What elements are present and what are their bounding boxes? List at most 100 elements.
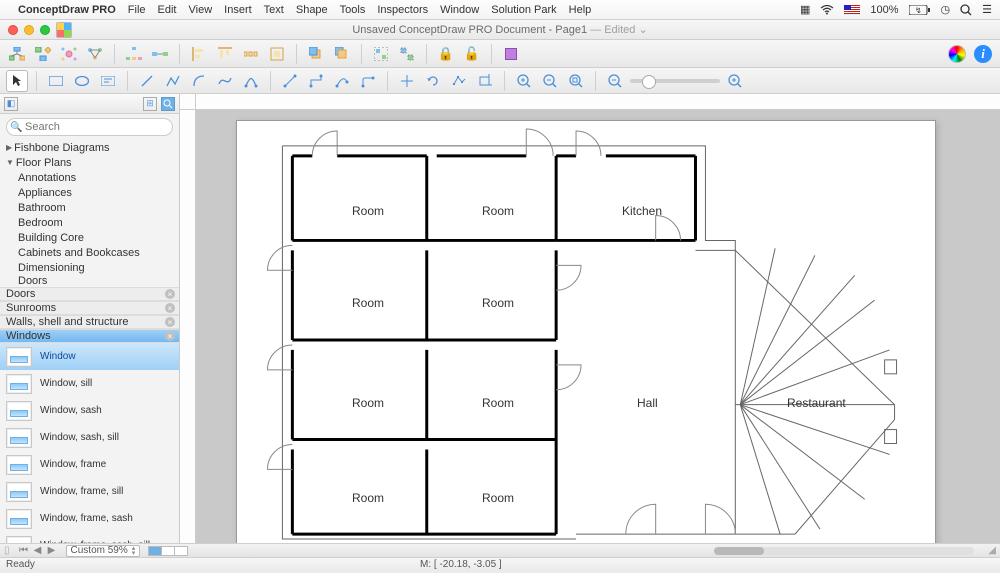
- menu-file[interactable]: File: [128, 4, 146, 16]
- tool-hyperlink-icon[interactable]: [500, 43, 522, 65]
- tool-send-back-icon[interactable]: [331, 43, 353, 65]
- menu-solution-park[interactable]: Solution Park: [491, 4, 556, 16]
- tool-unlock-icon[interactable]: 🔓: [461, 43, 483, 65]
- tool-zoom-fit-icon[interactable]: [565, 70, 587, 92]
- page-first-icon[interactable]: ⏮: [18, 545, 30, 556]
- menuextra-battery-percent[interactable]: 100%: [870, 4, 898, 16]
- tree-child[interactable]: Bathroom: [0, 200, 179, 215]
- tool-network-icon[interactable]: [84, 43, 106, 65]
- tree-item-floorplans[interactable]: ▼Floor Plans: [0, 155, 179, 170]
- tool-align-left-icon[interactable]: [188, 43, 210, 65]
- tool-bezier-icon[interactable]: [240, 70, 262, 92]
- tool-distribute-icon[interactable]: [240, 43, 262, 65]
- tool-rectangle-icon[interactable]: [45, 70, 67, 92]
- tree-child[interactable]: Dimensioning: [0, 260, 179, 275]
- menuextra-grid-icon[interactable]: ▦: [800, 3, 810, 16]
- menu-help[interactable]: Help: [569, 4, 592, 16]
- tool-connector-smart-icon[interactable]: [305, 70, 327, 92]
- page-tab[interactable]: [161, 546, 175, 556]
- category-doors[interactable]: Doors×: [0, 287, 179, 301]
- menuextra-spotlight-icon[interactable]: [960, 4, 972, 16]
- page-tab[interactable]: [148, 546, 162, 556]
- library-item[interactable]: Window: [0, 343, 179, 370]
- library-item[interactable]: Window, sill: [0, 370, 179, 397]
- tool-line-icon[interactable]: [136, 70, 158, 92]
- menu-edit[interactable]: Edit: [158, 4, 177, 16]
- tool-connector-round-icon[interactable]: [357, 70, 379, 92]
- library-panel-mode-icon[interactable]: ◧: [4, 97, 18, 111]
- tool-connection-point-icon[interactable]: [396, 70, 418, 92]
- resize-handle-icon[interactable]: ◢: [988, 545, 996, 556]
- library-item[interactable]: Window, frame, sash: [0, 505, 179, 532]
- page-viewport[interactable]: Room Room Kitchen Room Room Room Room Ha…: [196, 110, 1000, 543]
- tool-info-icon[interactable]: i: [972, 43, 994, 65]
- tool-zoom-in-2-icon[interactable]: [724, 70, 746, 92]
- menu-window[interactable]: Window: [440, 4, 479, 16]
- app-name[interactable]: ConceptDraw PRO: [18, 4, 116, 16]
- category-walls[interactable]: Walls, shell and structure×: [0, 315, 179, 329]
- library-item[interactable]: Window, frame, sill: [0, 478, 179, 505]
- page-tabs[interactable]: [148, 546, 187, 556]
- page-next-icon[interactable]: ▶: [46, 545, 58, 556]
- menu-tools[interactable]: Tools: [340, 4, 366, 16]
- tool-orgchart-icon[interactable]: [6, 43, 28, 65]
- menu-text[interactable]: Text: [264, 4, 284, 16]
- tool-connector-arc-icon[interactable]: [331, 70, 353, 92]
- menuextra-flag-icon[interactable]: [844, 5, 860, 15]
- tool-zoom-out-icon[interactable]: [539, 70, 561, 92]
- ruler-horizontal[interactable]: [196, 94, 1000, 110]
- page-prev-icon[interactable]: ◀: [32, 545, 44, 556]
- category-close-icon[interactable]: ×: [165, 303, 175, 313]
- scrollbar-horizontal[interactable]: [714, 547, 974, 555]
- category-windows[interactable]: Windows×: [0, 329, 179, 343]
- category-close-icon[interactable]: ×: [165, 289, 175, 299]
- menuextra-wifi-icon[interactable]: [820, 5, 834, 15]
- ruler-vertical[interactable]: [180, 110, 196, 543]
- tree-child[interactable]: Cabinets and Bookcases: [0, 245, 179, 260]
- traffic-light-minimize[interactable]: [24, 25, 34, 35]
- tool-mindmap-icon[interactable]: [58, 43, 80, 65]
- category-close-icon[interactable]: ×: [165, 317, 175, 327]
- tool-tree-icon[interactable]: [123, 43, 145, 65]
- library-search-icon[interactable]: [161, 97, 175, 111]
- tool-ellipse-icon[interactable]: [71, 70, 93, 92]
- menu-insert[interactable]: Insert: [224, 4, 252, 16]
- zoom-slider[interactable]: [630, 79, 720, 83]
- tool-group-icon[interactable]: [370, 43, 392, 65]
- traffic-light-close[interactable]: [8, 25, 18, 35]
- tool-align-top-icon[interactable]: [214, 43, 236, 65]
- library-item[interactable]: Window, sash: [0, 397, 179, 424]
- page-canvas[interactable]: Room Room Kitchen Room Room Room Room Ha…: [236, 120, 936, 543]
- traffic-light-zoom[interactable]: [40, 25, 50, 35]
- menuextra-clock-icon[interactable]: ◷: [941, 3, 951, 16]
- menuextra-battery-icon[interactable]: ↯: [909, 5, 931, 15]
- library-item[interactable]: Window, sash, sill: [0, 424, 179, 451]
- tree-child[interactable]: Annotations: [0, 170, 179, 185]
- tool-chain-icon[interactable]: [149, 43, 171, 65]
- tool-crop-icon[interactable]: [474, 70, 496, 92]
- tool-connector-direct-icon[interactable]: [279, 70, 301, 92]
- tool-spline-icon[interactable]: [214, 70, 236, 92]
- window-title[interactable]: Unsaved ConceptDraw PRO Document - Page1…: [352, 23, 647, 36]
- tool-zoom-in-icon[interactable]: [513, 70, 535, 92]
- tool-polyline-icon[interactable]: [162, 70, 184, 92]
- page-tab[interactable]: [174, 546, 188, 556]
- tool-bring-front-icon[interactable]: [305, 43, 327, 65]
- tree-child[interactable]: Appliances: [0, 185, 179, 200]
- tool-arc-icon[interactable]: [188, 70, 210, 92]
- tool-edit-points-icon[interactable]: [448, 70, 470, 92]
- tree-child[interactable]: Building Core: [0, 230, 179, 245]
- splitter-handle-icon[interactable]: ▯: [4, 545, 10, 556]
- category-sunrooms[interactable]: Sunrooms×: [0, 301, 179, 315]
- tool-flowchart-icon[interactable]: [32, 43, 54, 65]
- ruler-corner[interactable]: [180, 94, 196, 110]
- menuextra-menu-icon[interactable]: ☰: [982, 3, 992, 16]
- library-item[interactable]: Window, frame, sash, sill: [0, 532, 179, 543]
- tool-lock-icon[interactable]: 🔒: [435, 43, 457, 65]
- menu-inspectors[interactable]: Inspectors: [377, 4, 428, 16]
- tool-rotation-icon[interactable]: [422, 70, 444, 92]
- tree-item-fishbone[interactable]: ▶Fishbone Diagrams: [0, 140, 179, 155]
- tool-size-icon[interactable]: [266, 43, 288, 65]
- tree-child[interactable]: Bedroom: [0, 215, 179, 230]
- tool-ungroup-icon[interactable]: [396, 43, 418, 65]
